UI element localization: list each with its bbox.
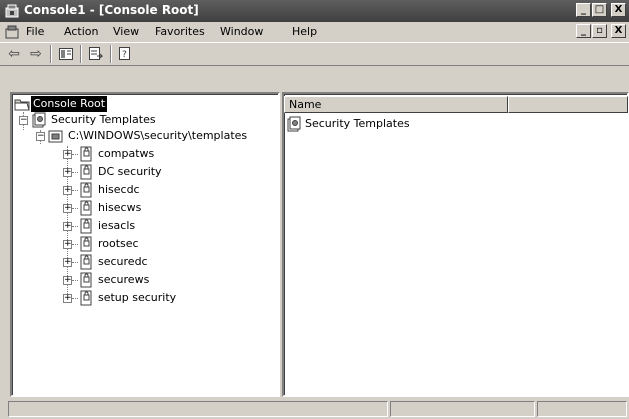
tree-item-label: compatws (98, 147, 155, 160)
menu-favorites[interactable]: Favorites (155, 25, 205, 38)
menu-bar: File Action View Favorites Window Help _… (0, 22, 629, 42)
toolbar-separator (50, 45, 52, 63)
expand-toggle-icon[interactable]: + (63, 186, 72, 195)
svg-text:?: ? (122, 50, 127, 60)
expand-toggle-icon[interactable]: + (63, 168, 72, 177)
toolbar-separator (110, 45, 112, 63)
tree-item-label: Security Templates (51, 113, 156, 126)
expand-toggle-icon[interactable]: + (63, 150, 72, 159)
tree-item-template[interactable]: + hisecdc (14, 182, 244, 198)
tree-item-template[interactable]: + hisecws (14, 200, 244, 216)
tree-item-console-root[interactable]: Console Root (14, 96, 274, 112)
tree-item-template[interactable]: + iesacls (14, 218, 244, 234)
tree-item-label: rootsec (98, 237, 139, 250)
expand-toggle-icon[interactable]: + (63, 222, 72, 231)
export-list-icon[interactable] (86, 45, 106, 63)
tree-item-template[interactable]: + securedc (14, 254, 244, 270)
tree-item-template[interactable]: + securews (14, 272, 244, 288)
template-document-icon (80, 254, 92, 270)
collapse-toggle-icon[interactable]: − (19, 116, 28, 125)
child-close-button[interactable]: X (611, 24, 626, 38)
list-pane[interactable]: Name Security Templates (282, 92, 629, 397)
close-button[interactable]: X (611, 3, 626, 17)
back-icon[interactable]: ⇦ (4, 45, 24, 63)
column-header-blank[interactable] (508, 96, 628, 113)
status-bar (0, 399, 629, 419)
tree-pane[interactable]: Console Root − Security Templates − C:\W… (10, 92, 280, 397)
template-document-icon (80, 236, 92, 252)
list-item-label: Security Templates (305, 117, 410, 130)
column-header-name[interactable]: Name (284, 96, 508, 113)
list-item[interactable]: Security Templates (286, 116, 506, 132)
toolbar-separator (80, 45, 82, 63)
tree-item-label: Console Root (31, 96, 108, 112)
expand-toggle-icon[interactable]: + (63, 294, 72, 303)
template-document-icon (80, 290, 92, 306)
child-restore-button[interactable]: ▫ (592, 24, 607, 38)
forward-icon[interactable]: ⇨ (26, 45, 46, 63)
maximize-button[interactable]: □ (592, 3, 607, 17)
tree-item-label: DC security (98, 165, 162, 178)
expand-toggle-icon[interactable]: + (63, 240, 72, 249)
mmc-app-icon[interactable] (4, 3, 20, 19)
tree-item-template[interactable]: + rootsec (14, 236, 244, 252)
security-templates-icon (32, 112, 46, 128)
tree-item-label: securedc (98, 255, 148, 268)
template-document-icon (80, 164, 92, 180)
status-panel-main (8, 401, 388, 417)
status-panel-tertiary (537, 401, 627, 417)
menu-file[interactable]: File (26, 25, 44, 38)
tree-item-label: setup security (98, 291, 177, 304)
menu-action[interactable]: Action (64, 25, 98, 38)
toolbar: ⇦ ⇨ ? (0, 42, 629, 66)
tree-item-template[interactable]: + DC security (14, 164, 244, 180)
expand-toggle-icon[interactable]: + (63, 276, 72, 285)
template-document-icon (80, 146, 92, 162)
menu-view[interactable]: View (113, 25, 139, 38)
help-icon[interactable]: ? (116, 45, 136, 63)
tree-item-template[interactable]: + setup security (14, 290, 244, 306)
tree-item-label: iesacls (98, 219, 136, 232)
tree-item-label: hisecdc (98, 183, 140, 196)
minimize-button[interactable]: _ (576, 3, 591, 17)
child-minimize-button[interactable]: _ (576, 24, 591, 38)
security-templates-icon (287, 116, 301, 132)
tree-item-label: C:\WINDOWS\security\templates (68, 129, 248, 142)
tree-item-templates-path[interactable]: − C:\WINDOWS\security\templates (14, 128, 276, 144)
template-document-icon (80, 272, 92, 288)
template-document-icon (80, 200, 92, 216)
expand-toggle-icon[interactable]: + (63, 204, 72, 213)
title-bar: Console1 - [Console Root] _ □ X (0, 0, 629, 22)
show-hide-tree-icon[interactable] (56, 45, 76, 63)
template-document-icon (80, 182, 92, 198)
menu-window[interactable]: Window (220, 25, 263, 38)
expand-toggle-icon[interactable]: + (63, 258, 72, 267)
status-panel-secondary (390, 401, 535, 417)
folder-icon (14, 99, 30, 111)
template-folder-icon (48, 130, 63, 143)
collapse-toggle-icon[interactable]: − (36, 132, 45, 141)
tree-item-template[interactable]: + compatws (14, 146, 244, 162)
template-document-icon (80, 218, 92, 234)
menu-help[interactable]: Help (292, 25, 317, 38)
window-title: Console1 - [Console Root] (24, 3, 199, 17)
console-child-icon[interactable] (4, 24, 20, 40)
tree-item-label: hisecws (98, 201, 142, 214)
tree-item-label: securews (98, 273, 150, 286)
tree-item-security-templates[interactable]: − Security Templates (14, 112, 274, 128)
